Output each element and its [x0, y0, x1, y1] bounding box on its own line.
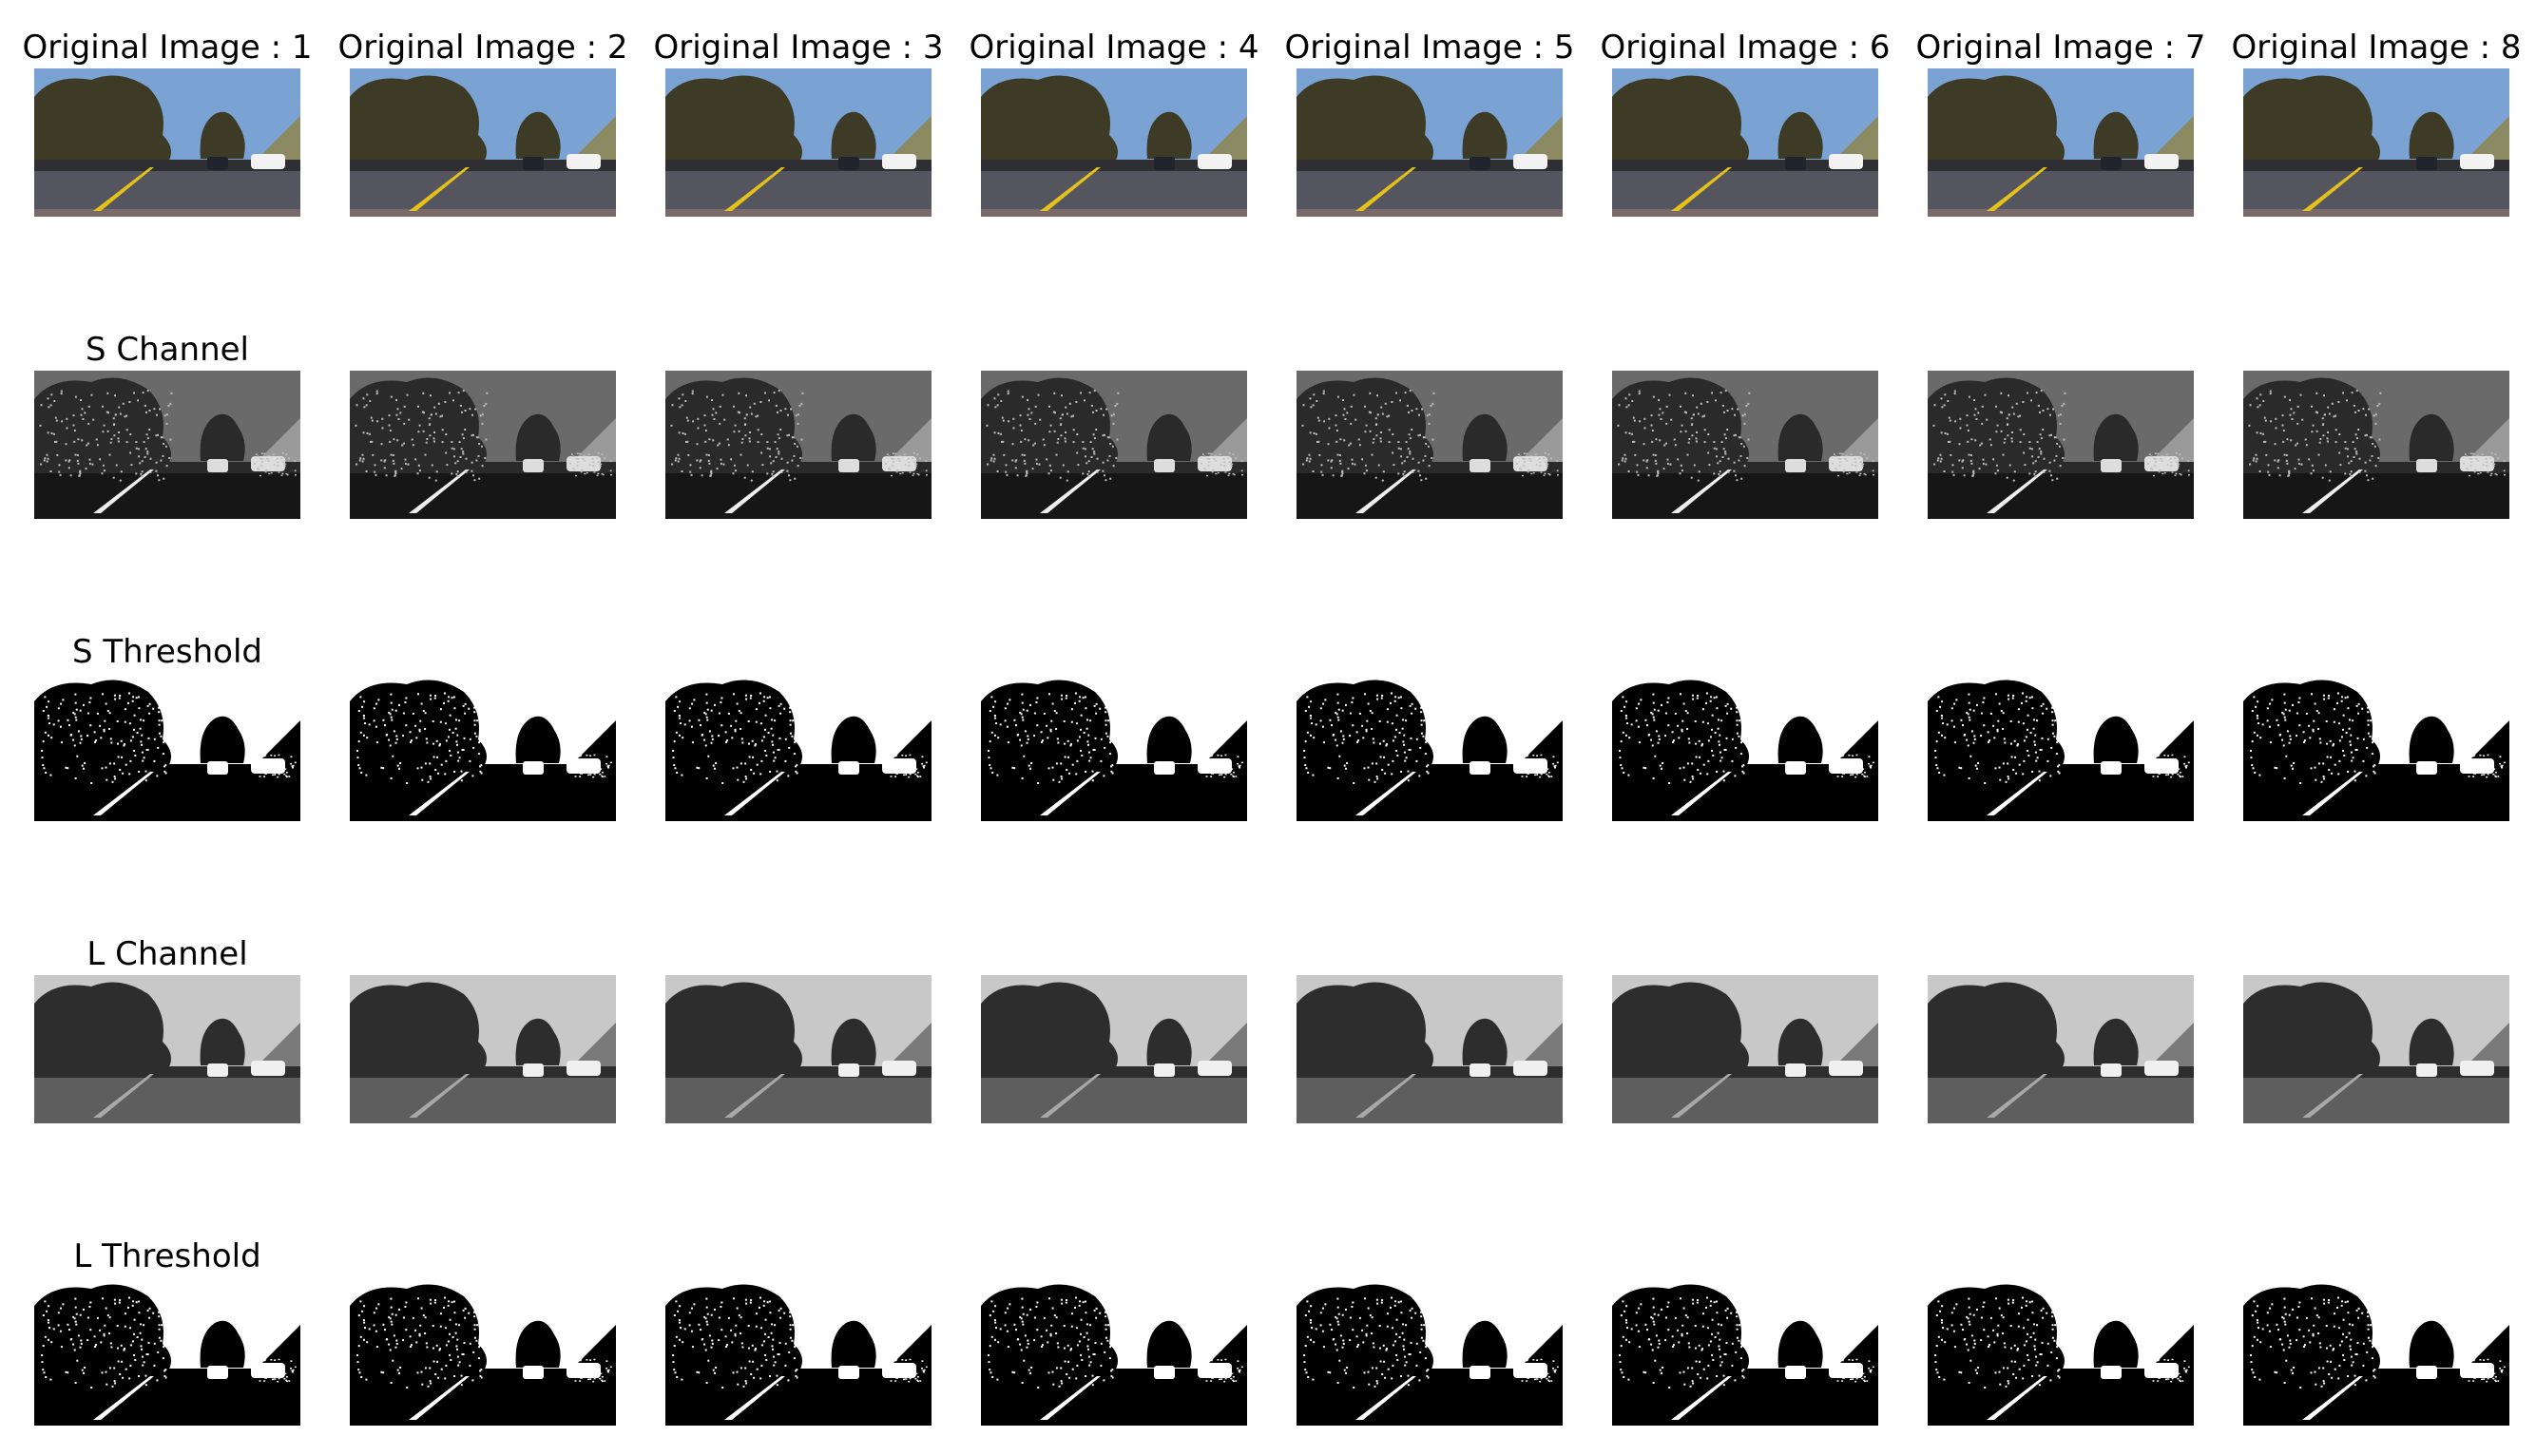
thumbnail-color-2	[350, 68, 616, 217]
thumbnail-lthr-6	[1612, 1277, 1878, 1426]
thumbnail-sthr-4	[981, 673, 1247, 821]
thumbnail-lthr-1	[34, 1277, 300, 1426]
thumbnail-color-7	[1928, 68, 2194, 217]
panel-title: Original Image : 3	[653, 29, 944, 67]
thumbnail-lthr-3	[665, 1277, 932, 1426]
panel-title: Original Image : 6	[1600, 29, 1891, 67]
thumbnail-sthr-2	[350, 673, 616, 821]
thumbnail-color-4	[981, 68, 1247, 217]
thumbnail-schan-6	[1612, 371, 1878, 519]
thumbnail-color-3	[665, 68, 932, 217]
panel-title: Original Image : 2	[337, 29, 628, 67]
thumbnail-lthr-2	[350, 1277, 616, 1426]
image-grid: Original Image : 1 Original Image : 2 Orig…	[0, 0, 2536, 1456]
panel-title: S Threshold	[72, 633, 262, 671]
thumbnail-sthr-1	[34, 673, 300, 821]
panel-title: Original Image : 7	[1915, 29, 2206, 67]
thumbnail-lchan-1	[34, 975, 300, 1123]
thumbnail-color-8	[2243, 68, 2509, 217]
thumbnail-sthr-3	[665, 673, 932, 821]
thumbnail-lthr-5	[1297, 1277, 1563, 1426]
thumbnail-lchan-6	[1612, 975, 1878, 1123]
thumbnail-lchan-5	[1297, 975, 1563, 1123]
panel-title: S Channel	[86, 331, 249, 369]
panel-title: L Threshold	[73, 1237, 261, 1275]
thumbnail-color-1	[34, 68, 300, 217]
thumbnail-lchan-4	[981, 975, 1247, 1123]
panel-title: Original Image : 4	[969, 29, 1259, 67]
panel-title: L Channel	[86, 935, 248, 973]
thumbnail-lchan-2	[350, 975, 616, 1123]
thumbnail-schan-5	[1297, 371, 1563, 519]
thumbnail-sthr-6	[1612, 673, 1878, 821]
thumbnail-schan-4	[981, 371, 1247, 519]
thumbnail-lthr-7	[1928, 1277, 2194, 1426]
thumbnail-color-5	[1297, 68, 1563, 217]
thumbnail-lthr-4	[981, 1277, 1247, 1426]
thumbnail-lthr-8	[2243, 1277, 2509, 1426]
panel-title: Original Image : 5	[1284, 29, 1575, 67]
panel-title: Original Image : 8	[2231, 29, 2522, 67]
thumbnail-sthr-8	[2243, 673, 2509, 821]
thumbnail-schan-8	[2243, 371, 2509, 519]
thumbnail-schan-3	[665, 371, 932, 519]
thumbnail-lchan-3	[665, 975, 932, 1123]
thumbnail-lchan-7	[1928, 975, 2194, 1123]
thumbnail-schan-2	[350, 371, 616, 519]
thumbnail-schan-7	[1928, 371, 2194, 519]
panel-title: Original Image : 1	[22, 29, 313, 67]
thumbnail-sthr-5	[1297, 673, 1563, 821]
thumbnail-schan-1	[34, 371, 300, 519]
thumbnail-sthr-7	[1928, 673, 2194, 821]
thumbnail-lchan-8	[2243, 975, 2509, 1123]
thumbnail-color-6	[1612, 68, 1878, 217]
